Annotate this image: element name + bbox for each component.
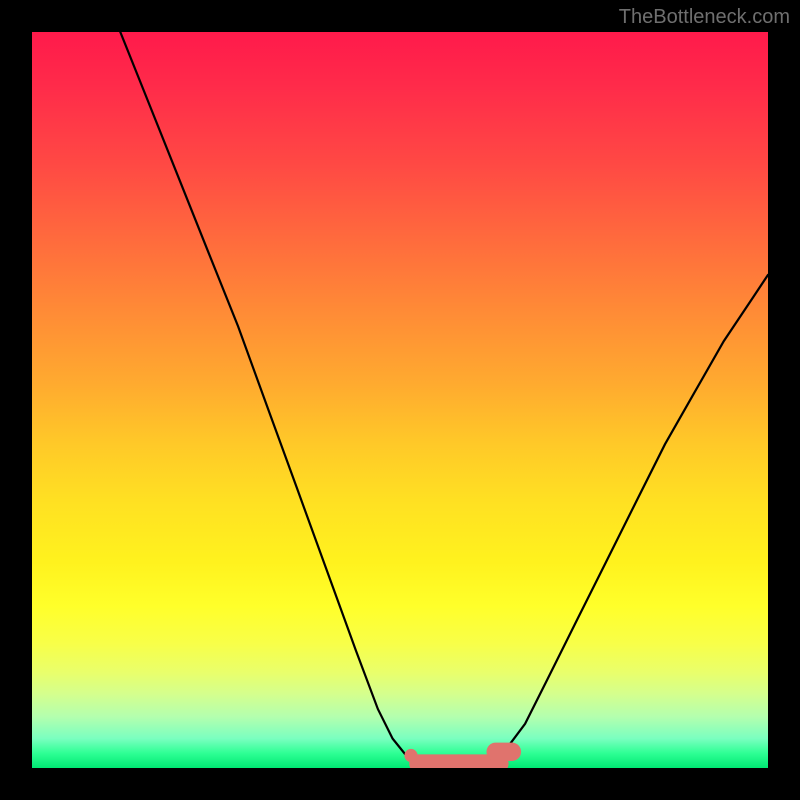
chart-frame: TheBottleneck.com bbox=[0, 0, 800, 800]
chart-svg bbox=[32, 32, 768, 768]
watermark-text: TheBottleneck.com bbox=[619, 6, 790, 29]
curve-left bbox=[120, 32, 414, 764]
plot-area bbox=[32, 32, 768, 768]
curves-group bbox=[120, 32, 768, 766]
markers-group bbox=[404, 749, 512, 764]
curve-right bbox=[488, 275, 768, 764]
